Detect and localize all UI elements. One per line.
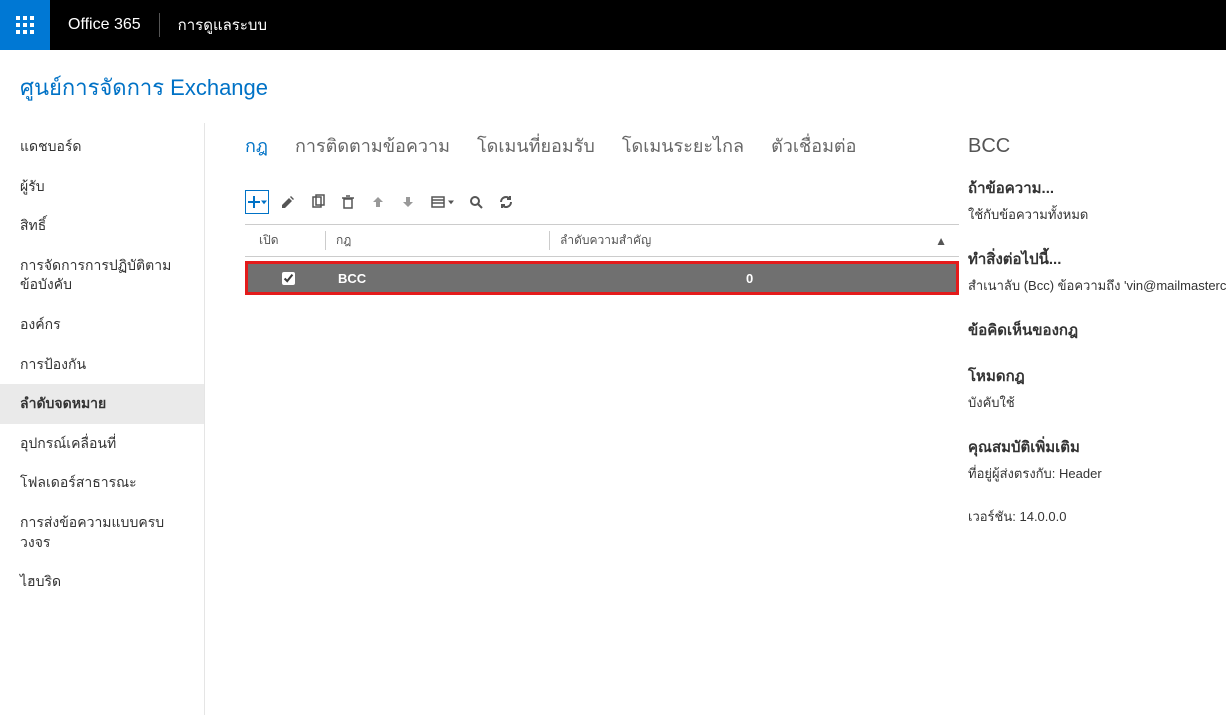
refresh-icon	[498, 194, 514, 210]
nav-item-unified[interactable]: การส่งข้อความแบบครบวงจร	[0, 503, 204, 562]
refresh-button[interactable]	[495, 191, 517, 213]
nav-item-protection[interactable]: การป้องกัน	[0, 345, 204, 385]
nav-item-mailflow[interactable]: ลำดับจดหมาย	[0, 384, 204, 424]
page-title: ศูนย์การจัดการ Exchange	[0, 50, 1226, 123]
details-section-mode: โหมดกฎ บังคับใช้	[968, 364, 1218, 413]
col-header-priority-label: ลำดับความสำคัญ	[560, 231, 651, 250]
app-launcher-button[interactable]	[0, 0, 50, 50]
more-button[interactable]	[427, 191, 457, 213]
nav-item-dashboard[interactable]: แดชบอร์ด	[0, 127, 204, 167]
nav-item-organization[interactable]: องค์กร	[0, 305, 204, 345]
details-heading: ถ้าข้อความ...	[968, 176, 1218, 200]
details-section-version: เวอร์ชัน: 14.0.0.0	[968, 506, 1218, 527]
details-section-additional: คุณสมบัติเพิ่มเติม ที่อยู่ผู้ส่งตรงกับ: …	[968, 435, 1218, 484]
nav-item-hybrid[interactable]: ไฮบริด	[0, 562, 204, 602]
left-nav: แดชบอร์ด ผู้รับ สิทธิ์ การจัดการการปฏิบั…	[0, 123, 205, 715]
tab-accepted-domains[interactable]: โดเมนที่ยอมรับ	[477, 136, 595, 156]
nav-item-permissions[interactable]: สิทธิ์	[0, 206, 204, 246]
list-icon	[430, 194, 446, 210]
table-row[interactable]: BCC 0	[248, 264, 956, 292]
table-row-highlight: BCC 0	[245, 261, 959, 295]
main-content: กฎ การติดตามข้อความ โดเมนที่ยอมรับ โดเมน…	[205, 123, 956, 715]
nav-item-recipients[interactable]: ผู้รับ	[0, 167, 204, 207]
details-heading: ข้อคิดเห็นของกฎ	[968, 318, 1218, 342]
trash-icon	[340, 194, 356, 210]
sort-asc-icon: ▲	[935, 234, 947, 248]
details-section-if: ถ้าข้อความ... ใช้กับข้อความทั้งหมด	[968, 176, 1218, 225]
tab-rules[interactable]: กฎ	[245, 136, 268, 156]
details-value: ใช้กับข้อความทั้งหมด	[968, 204, 1218, 225]
arrow-down-icon	[400, 194, 416, 210]
app-name-label[interactable]: การดูแลระบบ	[160, 13, 285, 37]
details-title: BCC	[968, 135, 1218, 158]
col-header-on[interactable]: เปิด	[245, 231, 325, 250]
cell-priority: 0	[546, 271, 956, 286]
col-header-priority[interactable]: ลำดับความสำคัญ ▲	[549, 231, 959, 250]
waffle-icon	[16, 16, 34, 34]
chevron-down-icon	[448, 199, 454, 205]
search-button[interactable]	[465, 191, 487, 213]
cell-on	[248, 272, 328, 285]
version-label: เวอร์ชัน:	[968, 509, 1016, 524]
top-bar: Office 365 การดูแลระบบ	[0, 0, 1226, 50]
details-section-comments: ข้อคิดเห็นของกฎ	[968, 318, 1218, 342]
copy-icon	[310, 194, 326, 210]
move-down-button[interactable]	[397, 191, 419, 213]
tab-message-trace[interactable]: การติดตามข้อความ	[295, 136, 450, 156]
tab-remote-domains[interactable]: โดเมนระยะไกล	[622, 136, 744, 156]
rules-table: เปิด กฎ ลำดับความสำคัญ ▲ BCC 0	[245, 224, 959, 295]
nav-item-mobile[interactable]: อุปกรณ์เคลื่อนที่	[0, 424, 204, 464]
details-value: สำเนาลับ (Bcc) ข้อความถึง 'vin@mailmaste…	[968, 275, 1218, 296]
add-button[interactable]	[245, 190, 269, 214]
delete-button[interactable]	[337, 191, 359, 213]
pencil-icon	[280, 194, 296, 210]
arrow-up-icon	[370, 194, 386, 210]
details-value: ที่อยู่ผู้ส่งตรงกับ: Header	[968, 463, 1218, 484]
chevron-down-icon	[261, 199, 267, 205]
details-heading: โหมดกฎ	[968, 364, 1218, 388]
copy-button[interactable]	[307, 191, 329, 213]
table-header-row: เปิด กฎ ลำดับความสำคัญ ▲	[245, 224, 959, 257]
tabs: กฎ การติดตามข้อความ โดเมนที่ยอมรับ โดเมน…	[245, 123, 956, 184]
brand-label[interactable]: Office 365	[50, 16, 159, 34]
cell-rule: BCC	[328, 271, 546, 286]
edit-button[interactable]	[277, 191, 299, 213]
tab-connectors[interactable]: ตัวเชื่อมต่อ	[771, 136, 856, 156]
plus-icon	[248, 196, 260, 208]
details-heading: ทำสิ่งต่อไปนี้...	[968, 247, 1218, 271]
move-up-button[interactable]	[367, 191, 389, 213]
details-heading: คุณสมบัติเพิ่มเติม	[968, 435, 1218, 459]
toolbar	[245, 184, 956, 224]
nav-item-publicfolders[interactable]: โฟลเดอร์สาธารณะ	[0, 463, 204, 503]
details-section-do: ทำสิ่งต่อไปนี้... สำเนาลับ (Bcc) ข้อความ…	[968, 247, 1218, 296]
rule-enabled-checkbox[interactable]	[282, 272, 295, 285]
nav-item-compliance[interactable]: การจัดการการปฏิบัติตามข้อบังคับ	[0, 246, 204, 305]
details-pane: BCC ถ้าข้อความ... ใช้กับข้อความทั้งหมด ท…	[956, 123, 1226, 715]
col-header-rule[interactable]: กฎ	[325, 231, 549, 250]
version-value: 14.0.0.0	[1019, 509, 1066, 524]
details-value: บังคับใช้	[968, 392, 1218, 413]
search-icon	[468, 194, 484, 210]
details-version: เวอร์ชัน: 14.0.0.0	[968, 506, 1218, 527]
